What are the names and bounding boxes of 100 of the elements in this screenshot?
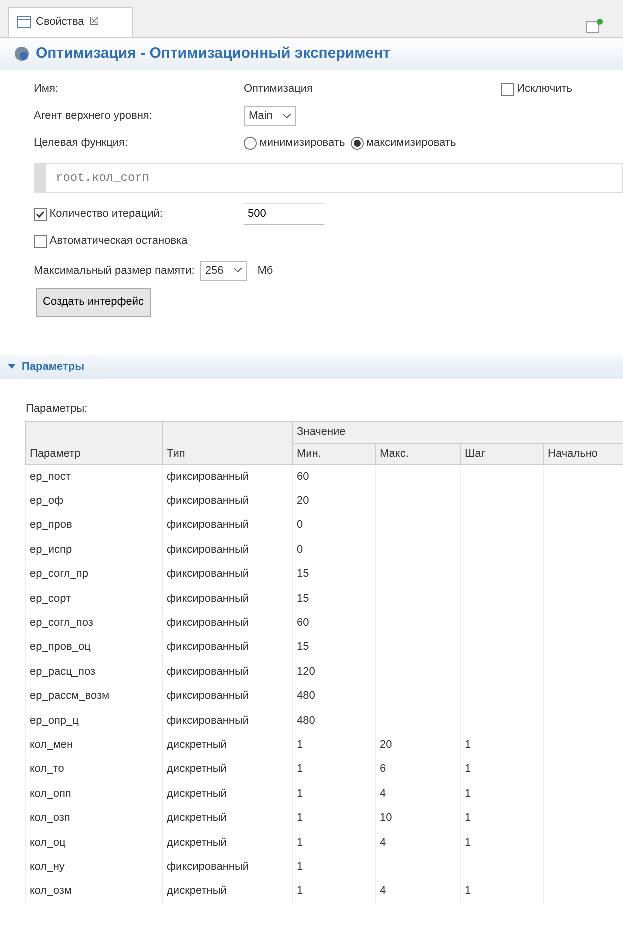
radio-label: минимизировать [260, 136, 346, 151]
table-cell: ep_оф [26, 489, 162, 514]
table-cell: 1 [292, 830, 376, 855]
table-cell: 1 [292, 782, 376, 806]
create-interface-button[interactable]: Создать интерфейс [36, 288, 152, 317]
column-header: Макс. [376, 443, 460, 465]
agent-dropdown[interactable]: Main [244, 106, 296, 126]
table-cell: 20 [376, 733, 460, 758]
table-cell: кол_то [26, 757, 162, 782]
table-cell: 15 [292, 635, 376, 660]
table-cell: 1 [460, 830, 544, 855]
table-cell: ep_сорт [26, 586, 162, 612]
column-header: Параметр [26, 422, 162, 465]
table-cell: дискретный [162, 830, 292, 855]
panel-title: Оптимизация - Оптимизационный эксперимент [36, 44, 390, 64]
checkbox-label: Количество итераций: [50, 206, 163, 222]
table-cell: фиксированный [162, 660, 292, 684]
radio-button[interactable] [350, 136, 364, 150]
table-cell: 1 [460, 782, 544, 806]
memory-dropdown[interactable]: 256 [200, 260, 247, 281]
table-cell: фиксированный [162, 586, 292, 612]
table-cell: ep_пост [26, 464, 162, 490]
column-header: Начально [544, 443, 623, 465]
table-cell: ep_согл_пр [26, 562, 162, 587]
table-cell: кол_опп [26, 782, 162, 806]
caret-icon [282, 114, 291, 118]
table-cell: дискретный [162, 782, 292, 806]
table-cell: 120 [292, 660, 376, 684]
table-cell: фиксированный [162, 489, 292, 514]
table-cell: фиксированный [162, 538, 292, 562]
table-cell: дискретный [162, 733, 292, 758]
section-header[interactable]: Параметры [0, 354, 623, 379]
table-cell: кол_ну [26, 855, 162, 880]
table-cell: ep_испр [26, 538, 162, 562]
table-cell: фиксированный [162, 464, 292, 490]
table-cell: 4 [376, 782, 460, 806]
table-cell: 4 [376, 879, 460, 904]
table-cell: 1 [292, 757, 376, 782]
table-cell: 60 [292, 464, 376, 490]
table-cell: дискретный [162, 757, 292, 782]
table-cell: 1 [292, 733, 376, 758]
checkbox[interactable] [34, 234, 47, 248]
table-cell: 0 [292, 538, 376, 562]
table-cell: 480 [292, 684, 376, 709]
table-cell: кол_озп [26, 806, 162, 831]
table-cell: ep_пров [26, 514, 162, 538]
table-cell: фиксированный [162, 514, 292, 538]
field-label: Агент верхнего уровня: [34, 108, 154, 124]
table-cell: кол_оц [26, 830, 162, 855]
table-cell: 20 [292, 489, 376, 514]
table-cell: 6 [376, 757, 460, 782]
section-title: Параметры [22, 360, 84, 374]
table-cell: ep_расц_поз [26, 660, 162, 684]
table-cell: фиксированный [162, 635, 292, 660]
field-label: Максимальный размер памяти: [34, 264, 195, 278]
table-cell: кол_озм [26, 879, 162, 904]
table-cell: 1 [460, 733, 544, 758]
unit-label: Мб [258, 264, 274, 278]
checkbox-label: Исключить [517, 82, 572, 97]
table-cell: 15 [292, 586, 376, 612]
group-header: Значение [292, 422, 623, 444]
close-button[interactable]: ☒ [89, 14, 100, 31]
expression-field[interactable]: root.кол_corп [34, 162, 623, 192]
table-label: Параметры: [25, 402, 89, 417]
table-cell: ep_рассм_возм [26, 684, 162, 709]
field-label: Целевая функция: [34, 136, 130, 151]
properties-icon [17, 14, 31, 31]
checkbox[interactable] [34, 208, 47, 220]
table-cell: 1 [292, 806, 376, 831]
table-cell: 4 [376, 830, 460, 855]
table-cell: ep_опр_ц [26, 708, 162, 734]
name-value: Оптимизация [244, 82, 313, 97]
table-cell: 15 [292, 562, 376, 587]
table-cell: фиксированный [162, 855, 292, 880]
radio-label: максимизировать [366, 136, 456, 151]
column-header: Тип [162, 422, 292, 465]
table-cell: 10 [376, 806, 460, 831]
table-cell: дискретный [162, 879, 292, 904]
table-cell: 1 [460, 806, 544, 831]
radio-button[interactable] [244, 136, 257, 150]
checkbox-label: Автоматическая остановка [50, 234, 188, 249]
table-cell: фиксированный [162, 611, 292, 636]
iterations-field[interactable]: 500 [244, 202, 324, 226]
table-cell: 60 [292, 611, 376, 636]
toolbar-icon[interactable] [586, 18, 604, 34]
table-cell: 1 [292, 855, 376, 880]
field-label: Имя: [34, 82, 60, 97]
table-cell: фиксированный [162, 708, 292, 734]
table-cell: ep_пров_оц [26, 635, 162, 660]
view-tab[interactable]: Свойства ☒ [8, 7, 133, 37]
table-cell: фиксированный [162, 562, 292, 587]
caret-icon [234, 268, 242, 274]
table-cell: ep_согл_поз [26, 611, 162, 636]
tab-label: Свойства [36, 15, 84, 30]
table-cell: кол_мен [26, 733, 162, 758]
column-header: Шаг [460, 443, 544, 465]
table-cell: 1 [460, 757, 544, 782]
table-cell: 480 [292, 708, 376, 734]
table-cell: дискретный [162, 806, 292, 831]
checkbox[interactable] [501, 82, 514, 96]
